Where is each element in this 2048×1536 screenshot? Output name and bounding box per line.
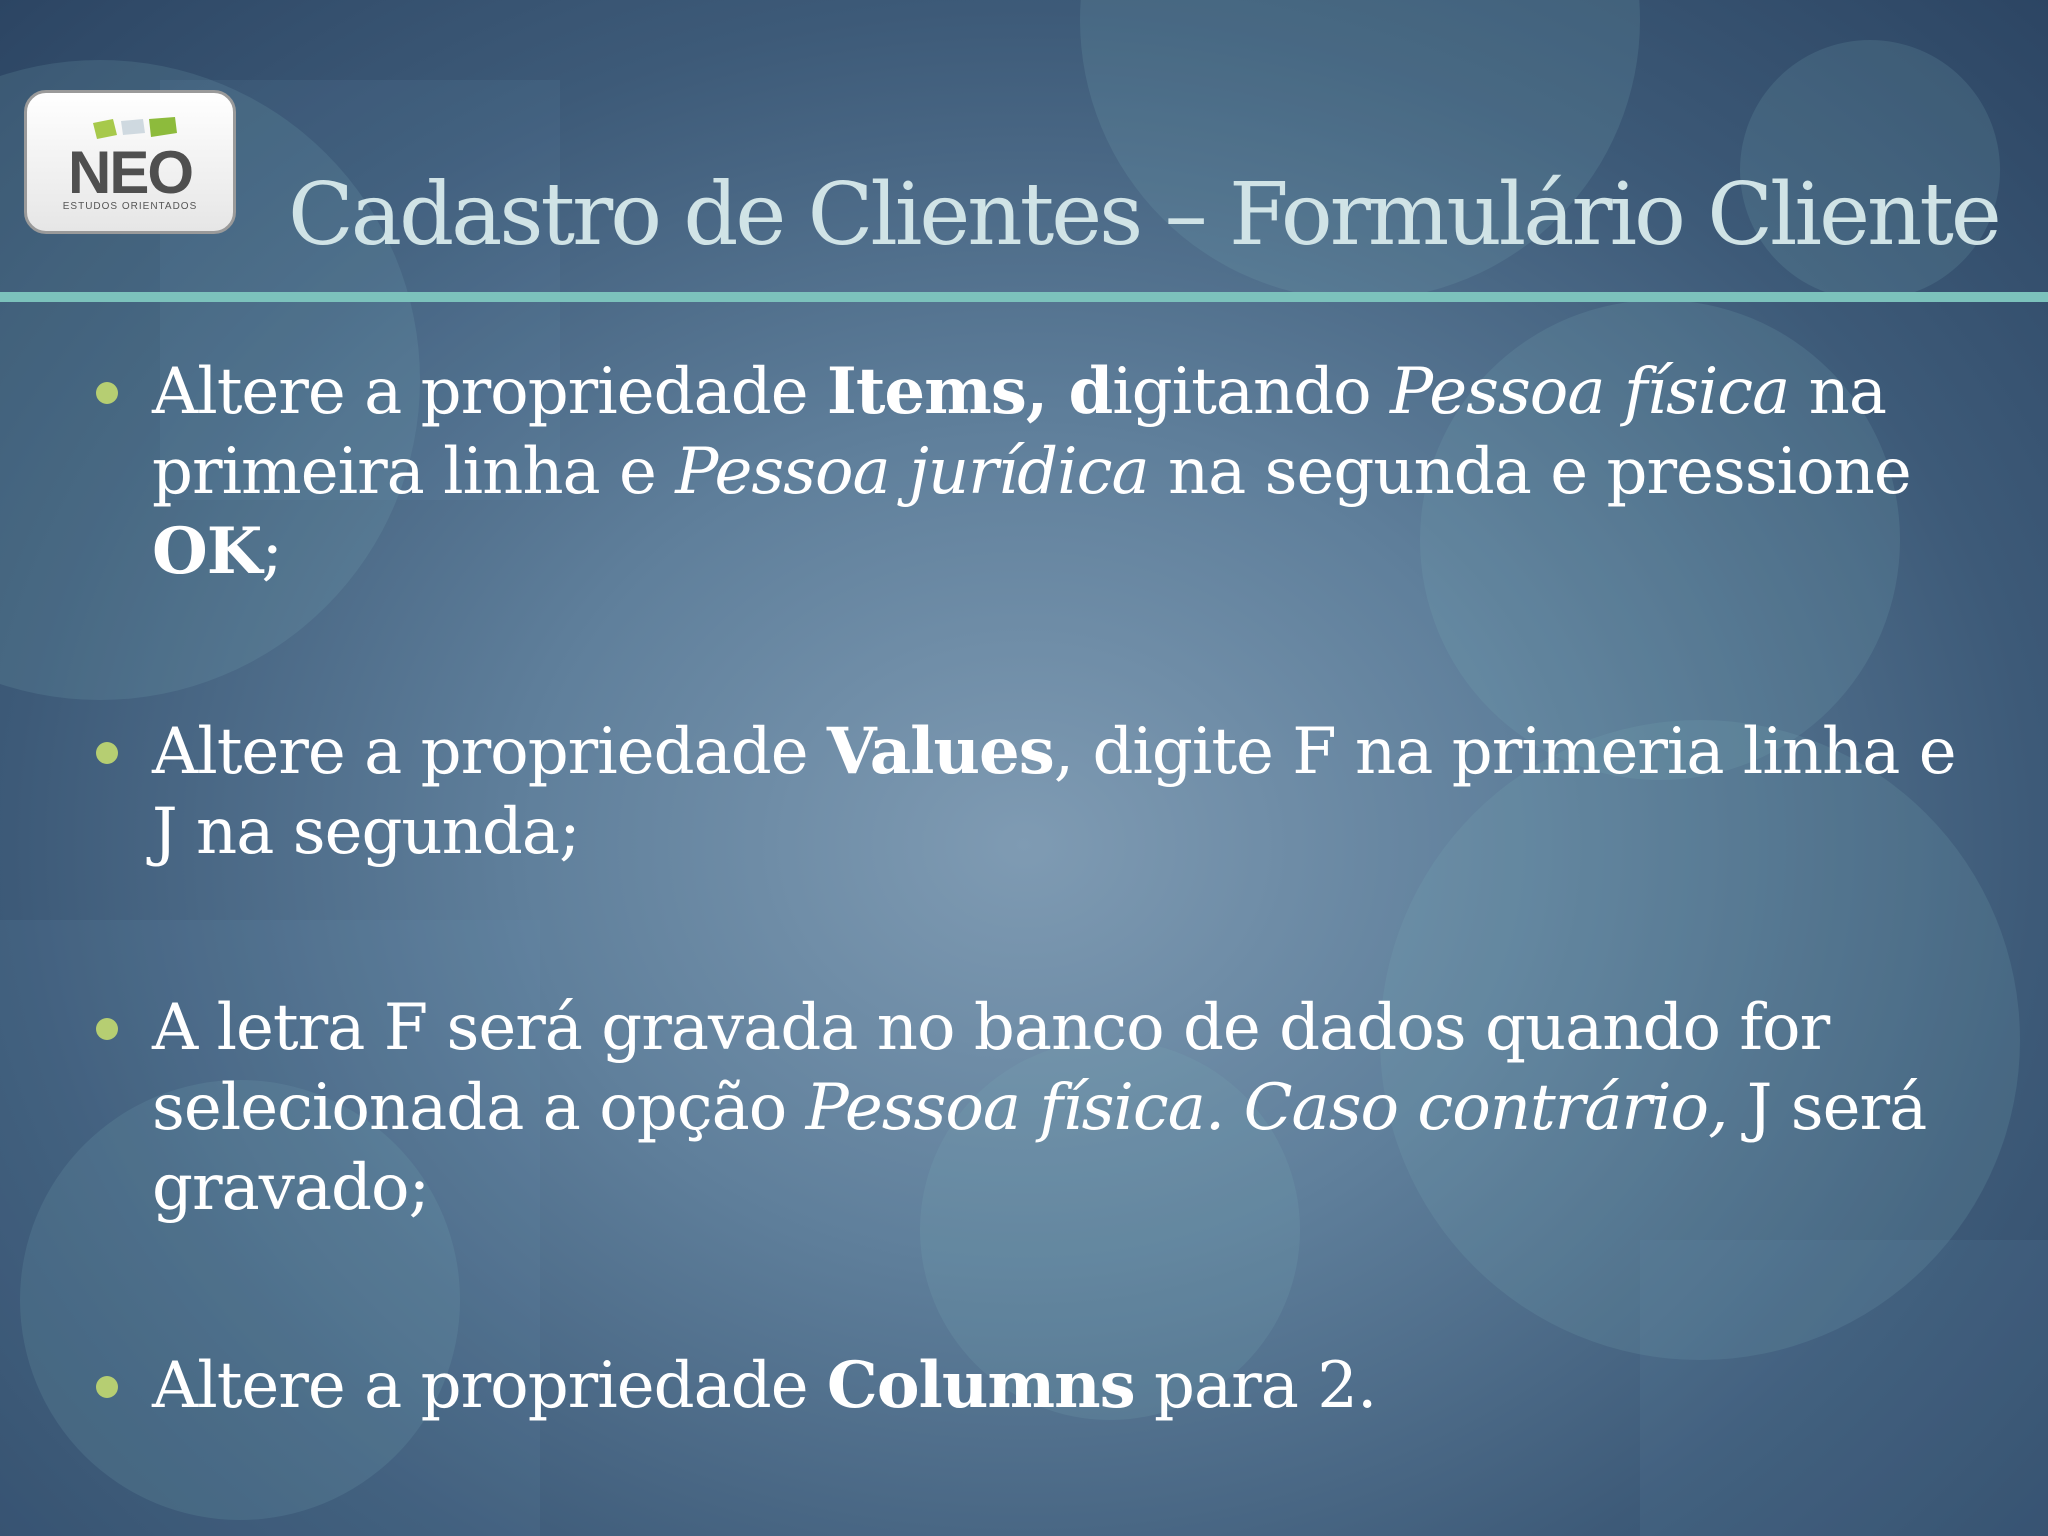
text-run: Altere a propriedade — [152, 715, 827, 789]
bullet-text: Altere a propriedade Items, digitando Pe… — [152, 352, 1996, 592]
title-divider — [0, 292, 2048, 302]
logo-tagline: ESTUDOS ORIENTADOS — [62, 201, 198, 212]
neo-logo: NEO ESTUDOS ORIENTADOS — [24, 90, 236, 234]
text-run: Altere a propriedade — [152, 1349, 827, 1423]
bullet-text: Altere a propriedade Columns para 2. — [152, 1346, 1996, 1426]
slide-title: Cadastro de Clientes – Formulário Client… — [288, 165, 2002, 265]
italic-text-run: Pessoa física. Caso contrário, — [805, 1071, 1729, 1145]
bold-text-run: Items, d — [826, 354, 1113, 429]
text-run: para 2. — [1134, 1349, 1377, 1423]
text-run: igitando — [1112, 355, 1391, 429]
bullet-text: Altere a propriedade Values, digite F na… — [152, 712, 1996, 872]
logo-wordmark: NEO — [67, 139, 194, 206]
text-run: Altere a propriedade — [152, 355, 827, 429]
bullet-item: Altere a propriedade Columns para 2. — [96, 1346, 1996, 1426]
bullet-item: A letra F será gravada no banco de dados… — [96, 988, 1996, 1228]
bullet-dot-icon — [96, 382, 118, 404]
logo-blocks-icon — [93, 117, 177, 139]
italic-text-run: Pessoa física — [1390, 355, 1790, 429]
bullet-item: Altere a propriedade Items, digitando Pe… — [96, 352, 1996, 592]
text-run: na segunda e pressione — [1148, 435, 1912, 509]
bullet-dot-icon — [96, 1018, 118, 1040]
bullet-dot-icon — [96, 742, 118, 764]
bold-text-run: Values — [826, 714, 1055, 789]
bold-text-run: Columns — [826, 1348, 1136, 1423]
text-run: ; — [261, 515, 283, 589]
bold-text-run: OK — [152, 514, 262, 589]
bullet-dot-icon — [96, 1376, 118, 1398]
bullet-item: Altere a propriedade Values, digite F na… — [96, 712, 1996, 872]
italic-text-run: Pessoa jurídica — [675, 435, 1149, 509]
bullet-text: A letra F será gravada no banco de dados… — [152, 988, 1996, 1228]
